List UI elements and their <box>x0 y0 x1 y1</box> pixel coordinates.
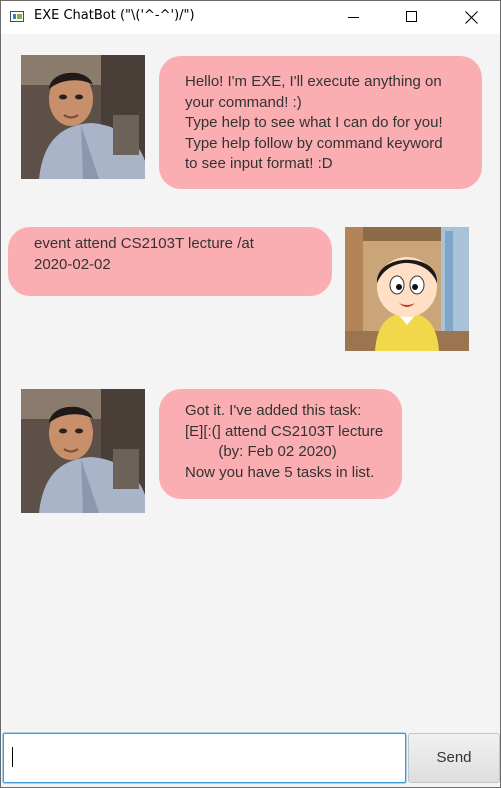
dialog-container[interactable]: Hello! I'm EXE, I'll execute anything on… <box>1 34 500 730</box>
title-bar[interactable]: EXE ChatBot ("\('^-^')/") <box>1 1 500 34</box>
bot-avatar <box>21 389 145 513</box>
user-message-bubble: event attend CS2103T lecture /at 2020-02… <box>8 227 332 296</box>
bot-avatar <box>21 55 145 179</box>
window-title: EXE ChatBot ("\('^-^')/") <box>34 8 195 23</box>
message-input[interactable] <box>3 733 406 783</box>
input-bar: Send <box>1 730 500 787</box>
close-icon <box>465 11 478 24</box>
bot-message-bubble: Hello! I'm EXE, I'll execute anything on… <box>159 56 482 189</box>
send-button[interactable]: Send <box>408 733 500 783</box>
bot-message-bubble: Got it. I've added this task: [E][:(] at… <box>159 389 402 499</box>
app-icon <box>10 11 24 22</box>
close-button[interactable] <box>448 1 494 34</box>
user-avatar <box>345 227 469 351</box>
chat-window: EXE ChatBot ("\('^-^')/") Hello! I'm EXE… <box>0 0 501 788</box>
text-caret <box>12 747 13 767</box>
minimize-button[interactable] <box>331 1 377 34</box>
maximize-button[interactable] <box>387 1 433 34</box>
